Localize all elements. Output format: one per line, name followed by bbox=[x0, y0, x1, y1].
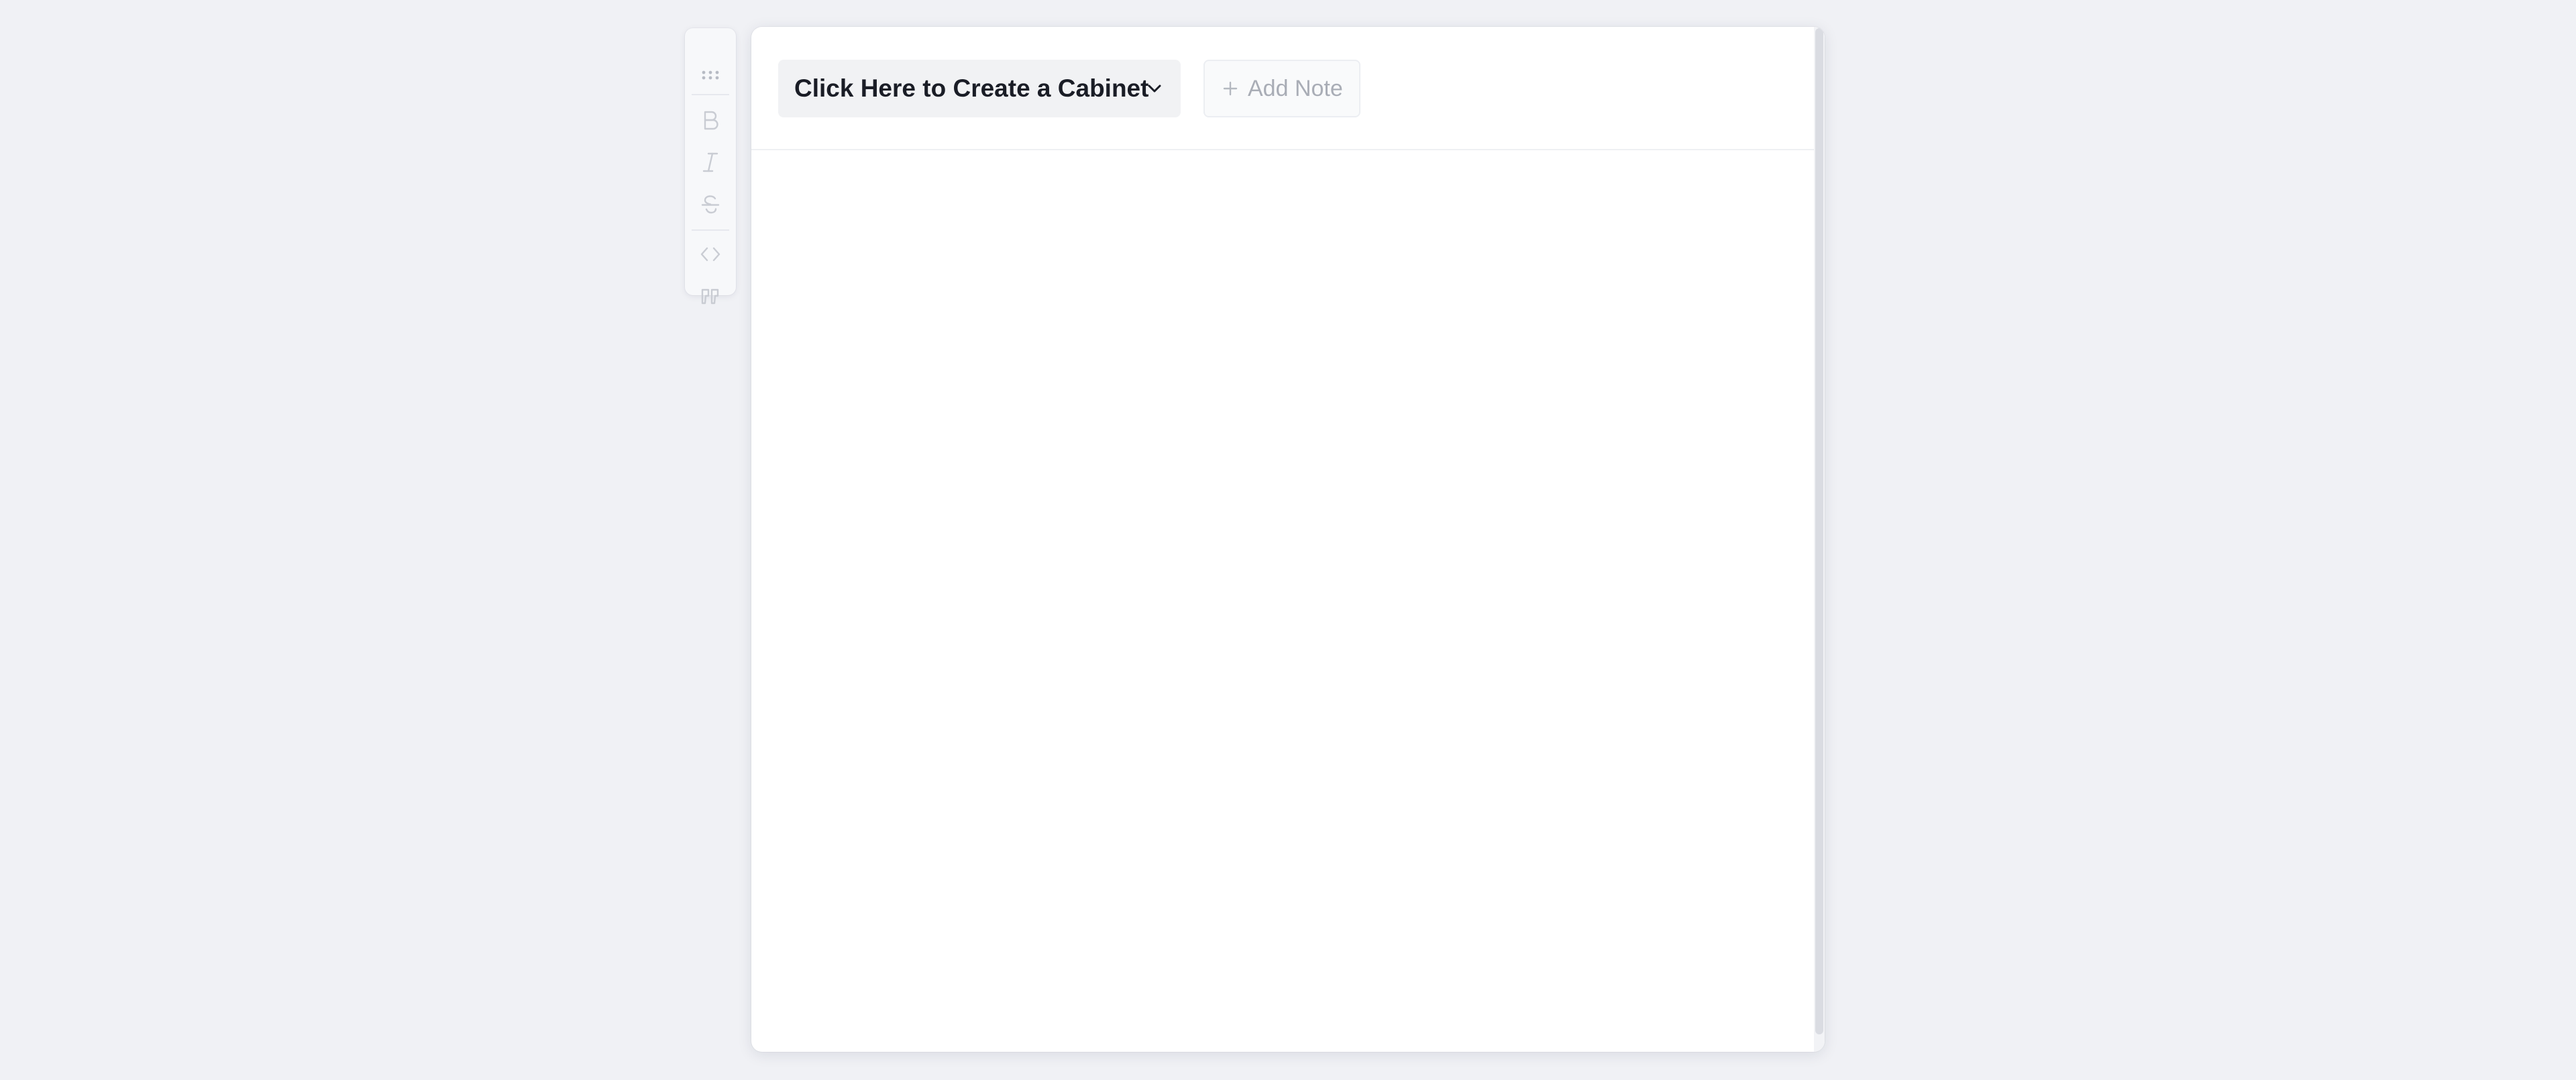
quote-button[interactable] bbox=[685, 278, 736, 314]
scrollbar-thumb[interactable] bbox=[1815, 28, 1823, 1034]
chevron-down-icon bbox=[1148, 85, 1161, 93]
formatting-toolbar bbox=[685, 28, 736, 305]
cabinet-select-label: Click Here to Create a Cabinet bbox=[794, 74, 1149, 102]
add-note-label: Add Note bbox=[1248, 75, 1343, 101]
panel-header: Click Here to Create a Cabinet Add Note bbox=[751, 27, 1814, 150]
quote-icon bbox=[701, 288, 719, 305]
bold-button[interactable] bbox=[685, 102, 736, 138]
drag-handle-icon[interactable] bbox=[685, 63, 736, 87]
bold-icon bbox=[704, 111, 718, 130]
add-note-button[interactable]: Add Note bbox=[1203, 60, 1360, 117]
toolbar-divider bbox=[692, 94, 729, 95]
strikethrough-button[interactable] bbox=[685, 186, 736, 223]
cabinet-select-dropdown[interactable]: Click Here to Create a Cabinet bbox=[778, 60, 1181, 117]
code-icon bbox=[700, 247, 720, 262]
note-content-area[interactable] bbox=[751, 150, 1814, 1052]
code-button[interactable] bbox=[685, 236, 736, 272]
italic-icon bbox=[702, 152, 718, 172]
vertical-scrollbar[interactable] bbox=[1814, 27, 1825, 1052]
strikethrough-icon bbox=[701, 195, 720, 214]
plus-icon bbox=[1223, 81, 1238, 96]
toolbar-divider bbox=[692, 229, 729, 231]
notes-panel: Click Here to Create a Cabinet Add Note bbox=[751, 27, 1825, 1052]
italic-button[interactable] bbox=[685, 144, 736, 181]
